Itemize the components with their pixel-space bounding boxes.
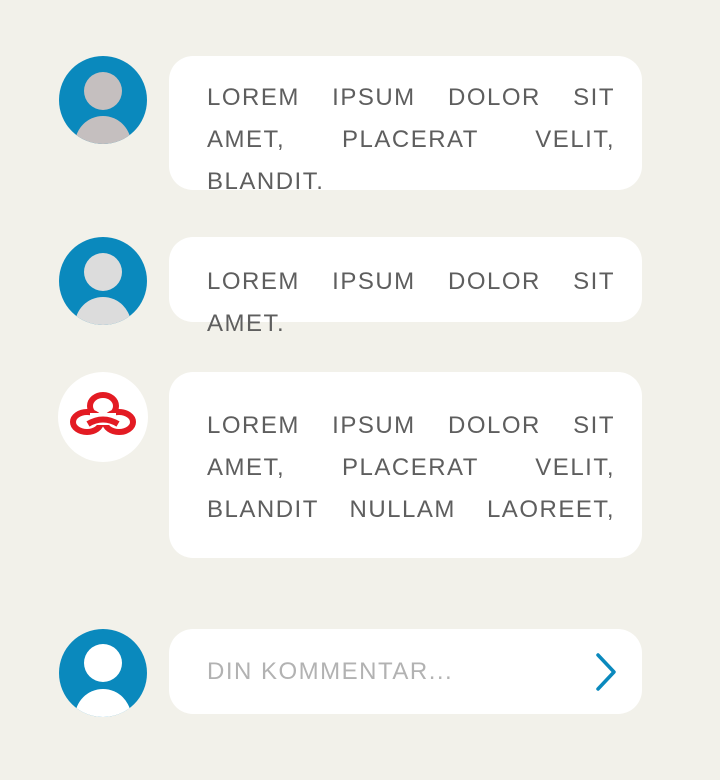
comment-input[interactable]	[207, 629, 567, 714]
chevron-right-icon	[596, 653, 616, 691]
comment-text: LOREM IPSUM DOLOR SIT AMET, PLACERAT VEL…	[207, 84, 615, 195]
current-user-avatar-icon	[59, 629, 147, 717]
comment-text: LOREM IPSUM DOLOR SIT AMET, PLACERAT VEL…	[207, 412, 615, 523]
comment-text: LOREM IPSUM DOLOR SIT AMET.	[207, 268, 615, 337]
send-button[interactable]	[592, 651, 620, 693]
comment-bubble: LOREM IPSUM DOLOR SIT AMET.	[169, 237, 642, 337]
brand-logo-icon	[58, 372, 148, 462]
comment-composer	[169, 629, 642, 714]
comment-bubble: LOREM IPSUM DOLOR SIT AMET, PLACERAT VEL…	[169, 372, 642, 558]
comment-bubble: LOREM IPSUM DOLOR SIT AMET, PLACERAT VEL…	[169, 56, 642, 195]
user-avatar-icon	[59, 237, 147, 325]
user-avatar-icon	[59, 56, 147, 144]
